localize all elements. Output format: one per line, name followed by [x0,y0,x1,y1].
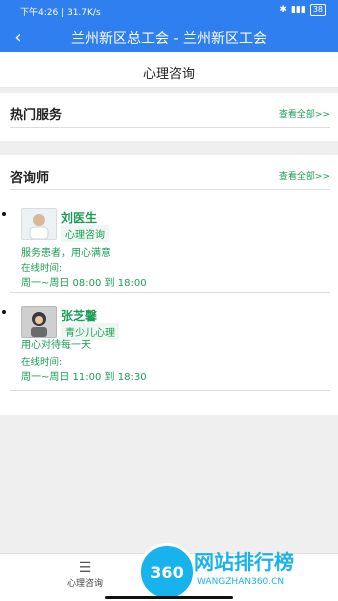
list-bullet [2,310,6,314]
watermark-title: 网站排行榜 [194,550,294,574]
doctor-avatar-icon [29,214,49,240]
hot-services-view-all-link[interactable]: 查看全部>> [279,107,330,120]
status-icons: ✱ ▮▮▮ 38 [279,4,326,16]
consultants-title: 咨询师 [10,171,50,186]
online-hours: 周一~周日 08:00 到 18:00 [21,278,147,289]
list-icon: ☰ [78,560,92,576]
avatar [21,306,57,338]
consultant-name: 刘医生 [61,211,98,225]
consultants-section: 咨询师 查看全部>> 刘医生 心理咨询 服务患者，用心满意 在线时间: 周一~周… [0,155,338,415]
battery-icon: 38 [309,4,326,16]
page-header: 心理咨询 [0,52,338,88]
hot-services-header: 热门服务 查看全部>> [10,103,330,128]
consultant-tag: 心理咨询 [61,225,109,242]
watermark-logo: 360 网站排行榜 WANGZHAN360.CN [138,543,338,601]
online-time-label: 在线时间: [21,357,63,368]
watermark-badge: 360 [138,543,196,601]
consultant-card[interactable]: 张芝馨 青少儿心理 用心对待每一天 在线时间: 周一~周日 11:00 到 18… [2,298,330,391]
consultants-view-all-link[interactable]: 查看全部>> [279,169,330,182]
consultant-description: 用心对待每一天 [21,340,91,351]
bluetooth-icon: ✱ [279,5,287,15]
status-time: 下午4:26 | 31.7K/s [20,8,101,18]
title-bar: ‹ 兰州新区总工会 - 兰州新区工会 [0,22,338,52]
watermark-subtitle: WANGZHAN360.CN [197,577,285,587]
hot-services-title: 热门服务 [10,108,63,123]
consultant-name: 张芝馨 [61,309,98,323]
consultant-description: 服务患者，用心满意 [21,248,111,259]
signal-icon: ▮▮▮ [290,5,306,15]
consultant-avatar-icon [31,312,47,337]
list-bullet [2,212,6,216]
consultant-card[interactable]: 刘医生 心理咨询 服务患者，用心满意 在线时间: 周一~周日 08:00 到 1… [2,200,330,293]
status-bar: 下午4:26 | 31.7K/s ✱ ▮▮▮ 38 [0,0,338,22]
page-title: 心理咨询 [142,67,195,82]
hot-services-section: 热门服务 查看全部>> [0,93,338,141]
online-hours: 周一~周日 11:00 到 18:30 [21,372,147,383]
avatar [21,208,57,240]
online-time-label: 在线时间: [21,263,63,274]
consultants-header: 咨询师 查看全部>> [10,165,330,190]
home-indicator [105,596,233,599]
tab-label: 心理咨询 [66,579,103,589]
tab-psych-consult[interactable]: ☰ 心理咨询 [60,560,110,598]
app-title: 兰州新区总工会 - 兰州新区工会 [71,31,267,47]
